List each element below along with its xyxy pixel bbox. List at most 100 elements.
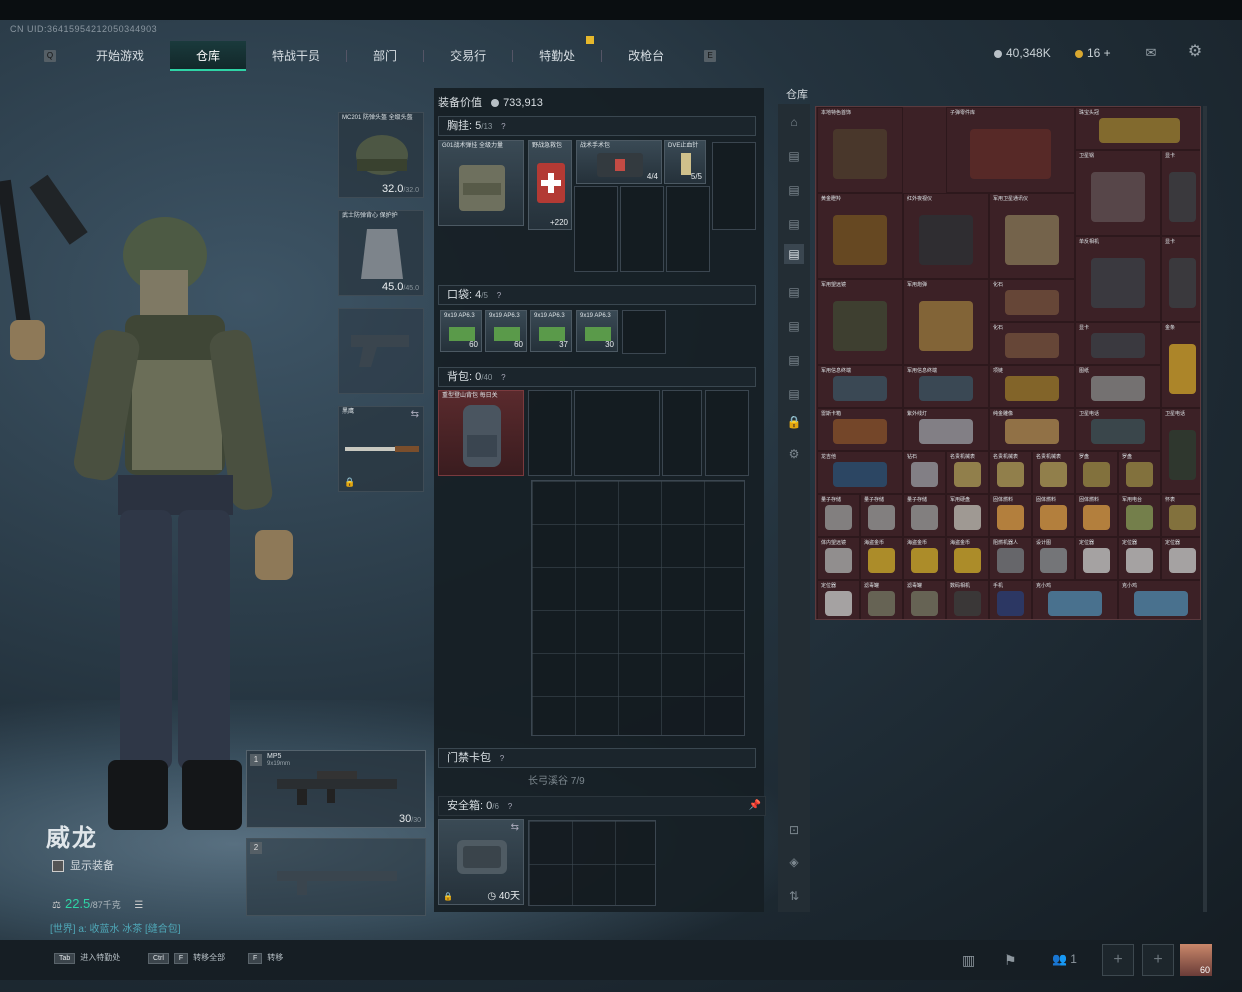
stash-item[interactable]: 项链: [989, 365, 1075, 408]
stash-item[interactable]: 罗盘: [1118, 451, 1161, 494]
stash-item[interactable]: 子弹零件库: [946, 107, 1075, 193]
stash-tab-icon[interactable]: ▤: [784, 384, 804, 404]
surgery-kit-item[interactable]: 战术手术包 4/4: [576, 140, 662, 184]
stash-tab-icon[interactable]: ▤: [784, 350, 804, 370]
stash-item[interactable]: 显卡: [1075, 322, 1161, 365]
stash-tab-home-icon[interactable]: ⌂: [784, 112, 804, 132]
hint-transfer-all[interactable]: Ctrl F 转移全部: [148, 952, 225, 964]
stash-item[interactable]: 纯金雕像: [989, 408, 1075, 451]
pin-icon[interactable]: 📌: [749, 797, 761, 815]
stash-item[interactable]: 军用电台: [1118, 494, 1161, 537]
tab-operators[interactable]: 特战干员: [246, 41, 346, 71]
stash-item[interactable]: 定位器: [1075, 537, 1118, 580]
stash-item[interactable]: 设计图: [1032, 537, 1075, 580]
stash-item[interactable]: 量子存储: [817, 494, 860, 537]
hint-enter-special-ops[interactable]: Tab 进入特勤处: [54, 952, 120, 964]
stash-item[interactable]: 罗盘: [1075, 451, 1118, 494]
stash-item[interactable]: 海盗金币: [903, 537, 946, 580]
stash-item[interactable]: 阻燃机器人: [989, 537, 1032, 580]
stash-item[interactable]: 海盗金币: [860, 537, 903, 580]
stash-item[interactable]: 定位器: [1118, 537, 1161, 580]
ammo-item[interactable]: 9x19 AP6.3 30: [576, 310, 618, 352]
armor-slot[interactable]: 武士防弹背心 保护护 45.0/45.0: [338, 210, 424, 296]
stash-tab-icon[interactable]: ▤: [784, 214, 804, 234]
stash-item[interactable]: 卫星电话: [1075, 408, 1161, 451]
stash-item[interactable]: 卫星锅: [1075, 150, 1161, 236]
stash-item[interactable]: 钻石: [903, 451, 946, 494]
stash-item[interactable]: 显卡: [1161, 150, 1200, 236]
stash-tab-icon[interactable]: ▤: [784, 146, 804, 166]
empty-slot[interactable]: [574, 186, 618, 272]
stash-item[interactable]: 化石: [989, 322, 1075, 365]
show-gear-toggle[interactable]: 显示装备: [52, 857, 114, 873]
party-display[interactable]: 👥 1: [1052, 952, 1077, 966]
stash-item[interactable]: 克小鸡: [1118, 580, 1200, 619]
stash-item[interactable]: 雷斯卡箱: [817, 408, 903, 451]
helmet-slot[interactable]: MC201 防弹头盔 全级头盔 32.0/32.0: [338, 112, 424, 198]
stash-item[interactable]: 定位器: [1161, 537, 1200, 580]
tab-trade[interactable]: 交易行: [424, 41, 512, 71]
backpack-item[interactable]: 重型登山背包 每日关: [438, 390, 524, 476]
stash-item[interactable]: 名贵机械表: [989, 451, 1032, 494]
stash-item[interactable]: 名贵机械表: [946, 451, 989, 494]
help-icon[interactable]: ?: [505, 802, 515, 812]
help-icon[interactable]: ?: [498, 122, 508, 132]
stash-item[interactable]: 显卡: [1161, 236, 1200, 322]
settings-gear-icon[interactable]: ⚙: [784, 444, 804, 464]
world-chat[interactable]: [世界] a: 收蓝水 冰茶 [缝合包]: [50, 920, 181, 935]
invite-slot-button[interactable]: +: [1102, 944, 1134, 976]
stash-item[interactable]: 名贵机械表: [1032, 451, 1075, 494]
stash-item[interactable]: 体内望远镜: [817, 537, 860, 580]
stats-icon[interactable]: ▥: [962, 952, 975, 969]
stash-item[interactable]: 龙吉他: [817, 451, 903, 494]
list-icon[interactable]: ☰: [134, 900, 143, 911]
first-aid-item[interactable]: 野战急救包 +220: [528, 140, 572, 230]
safebox-item[interactable]: ⇆ 🔒 ◷ 40天: [438, 819, 524, 905]
safebox-grid[interactable]: [528, 820, 656, 906]
stash-item[interactable]: 克小鸡: [1032, 580, 1118, 619]
stash-item[interactable]: 本地特色首饰: [817, 107, 903, 193]
ammo-item[interactable]: 9x19 AP6.3 60: [485, 310, 527, 352]
flag-icon[interactable]: ⚑: [1004, 952, 1017, 969]
stash-item[interactable]: 军用信息终端: [903, 365, 989, 408]
stash-item[interactable]: 滤毒罐: [860, 580, 903, 619]
stim-item[interactable]: DVE止血针 5/5: [664, 140, 706, 184]
tab-start[interactable]: 开始游戏: [70, 41, 170, 71]
pistol-slot[interactable]: [338, 308, 424, 394]
stash-item[interactable]: 紫外线灯: [903, 408, 989, 451]
help-icon[interactable]: ?: [498, 373, 508, 383]
stash-item[interactable]: 海盗金币: [946, 537, 989, 580]
stash-item[interactable]: 数码相机: [946, 580, 989, 619]
avatar[interactable]: 60: [1180, 944, 1212, 976]
empty-slot[interactable]: [712, 142, 756, 230]
tab-department[interactable]: 部门: [347, 41, 423, 71]
help-icon[interactable]: ?: [497, 754, 507, 764]
stash-item[interactable]: 滤毒罐: [903, 580, 946, 619]
nav-next-key[interactable]: E: [704, 50, 717, 62]
stash-item[interactable]: 量子存储: [903, 494, 946, 537]
stash-item[interactable]: 军用望远镜: [817, 279, 903, 365]
melee-slot[interactable]: 黑鹰 ⇆ 🔒: [338, 406, 424, 492]
stash-tab-icon[interactable]: ▤: [784, 282, 804, 302]
stash-item[interactable]: 军用信息终端: [817, 365, 903, 408]
tab-special-ops[interactable]: 特勤处: [513, 41, 601, 71]
empty-slot[interactable]: [574, 390, 660, 476]
stash-item[interactable]: 军用卫星通讯仪: [989, 193, 1075, 279]
settings-gear-icon[interactable]: ⚙: [1186, 44, 1204, 60]
layers-icon[interactable]: ◈: [784, 852, 804, 872]
filter-icon[interactable]: ⊡: [784, 820, 804, 840]
stash-item[interactable]: 固体燃料: [1075, 494, 1118, 537]
stash-item[interactable]: 军用硬盘: [946, 494, 989, 537]
stash-item[interactable]: 手机: [989, 580, 1032, 619]
lock-icon[interactable]: 🔒: [784, 412, 804, 432]
empty-slot[interactable]: [528, 390, 572, 476]
stash-item[interactable]: 珠宝头冠: [1075, 107, 1200, 150]
chest-rig-item[interactable]: G01战术弹挂 全级力量: [438, 140, 524, 226]
empty-slot[interactable]: [620, 186, 664, 272]
hint-transfer[interactable]: F 转移: [248, 952, 283, 964]
ammo-item[interactable]: 9x19 AP6.3 37: [530, 310, 572, 352]
backpack-grid[interactable]: [531, 480, 745, 736]
tab-warehouse[interactable]: 仓库: [170, 41, 247, 71]
stash-tab-icon[interactable]: ▤: [784, 316, 804, 336]
stash-item[interactable]: 单反相机: [1075, 236, 1161, 322]
